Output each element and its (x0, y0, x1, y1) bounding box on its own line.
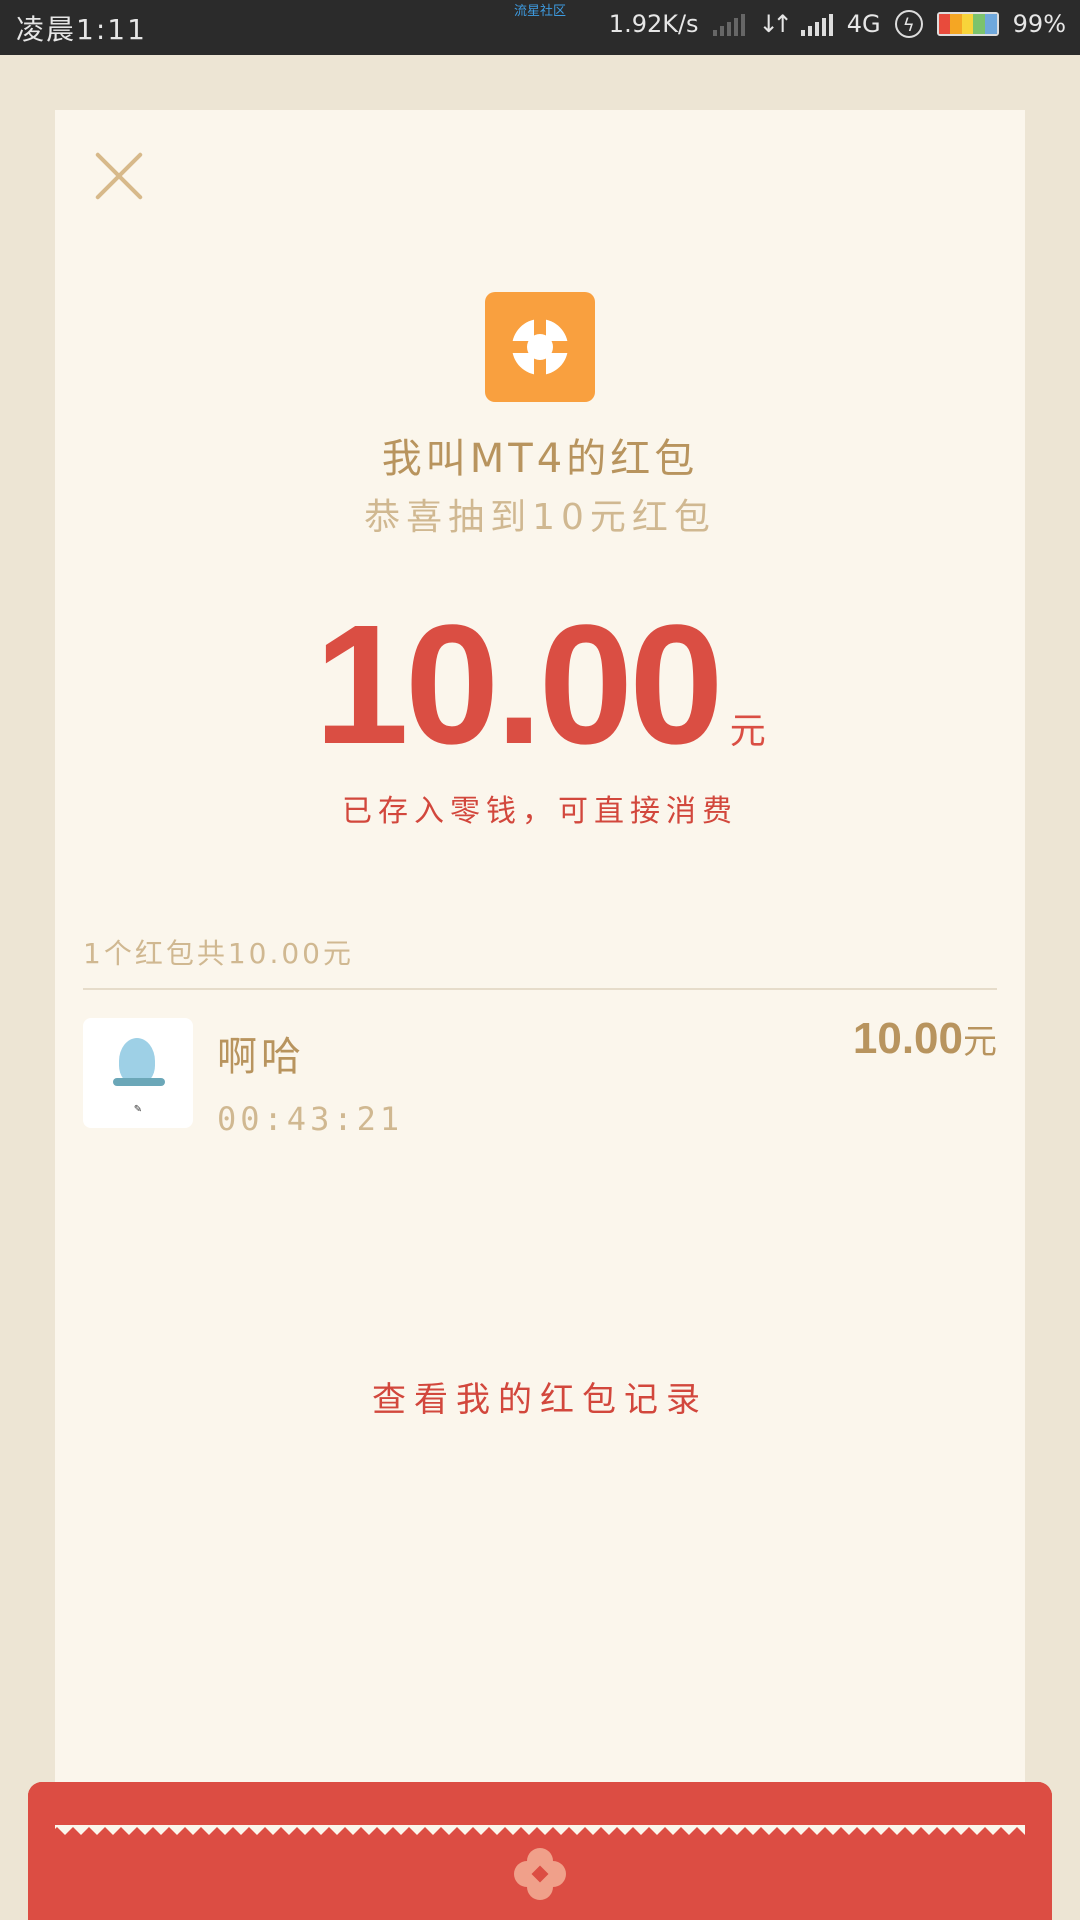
flower-icon (514, 1848, 566, 1900)
received-amount-unit: 元 (963, 1022, 997, 1062)
network-speed: 1.92K/s (608, 10, 699, 38)
battery-icon (936, 12, 999, 36)
battery-percent: 99% (1012, 10, 1066, 38)
received-amount-value: 10.00 (852, 1014, 963, 1063)
network-type: 4G (846, 10, 881, 38)
amount-unit: 元 (729, 711, 766, 752)
data-transfer-icon: ↓↑ (758, 10, 793, 38)
cell-signal-icon (800, 12, 833, 36)
close-icon[interactable] (93, 150, 145, 202)
recipient-name: 啊哈 (217, 1034, 305, 1080)
charging-icon: ϟ (894, 10, 923, 38)
received-amount: 10.00元 (853, 1014, 997, 1064)
status-bar: 凌晨1:11 流星社区 1.92K/s ↓↑ 4G ϟ 99% (0, 0, 1080, 55)
divider (83, 988, 997, 990)
wifi-signal-icon (712, 12, 745, 36)
greeting-text: 恭喜抽到10元红包 (364, 497, 716, 538)
zigzag-edge (55, 1825, 1025, 1835)
packet-summary: 1个红包共10.00元 (83, 937, 354, 970)
red-packet-detail-card: 我叫MT4的红包 恭喜抽到10元红包 10.00 元 已存入零钱，可直接消费 1个… (55, 110, 1025, 1830)
status-indicators: 1.92K/s ↓↑ 4G ϟ 99% (609, 10, 1066, 38)
avatar-caption-mark: ✎ (133, 1104, 143, 1115)
receive-time: 00:43:21 (217, 1100, 404, 1138)
view-records-link[interactable]: 查看我的红包记录 (55, 1372, 1025, 1421)
avatar[interactable]: ✎ (83, 1018, 193, 1128)
sender-title: 我叫MT4的红包 (381, 436, 699, 482)
avatar-base (113, 1078, 165, 1086)
amount-value: 10.00 (314, 590, 723, 780)
amount-display: 10.00 元 (55, 600, 1025, 770)
stored-note: 已存入零钱，可直接消费 (342, 794, 738, 829)
mt4-logo-icon (485, 292, 595, 402)
